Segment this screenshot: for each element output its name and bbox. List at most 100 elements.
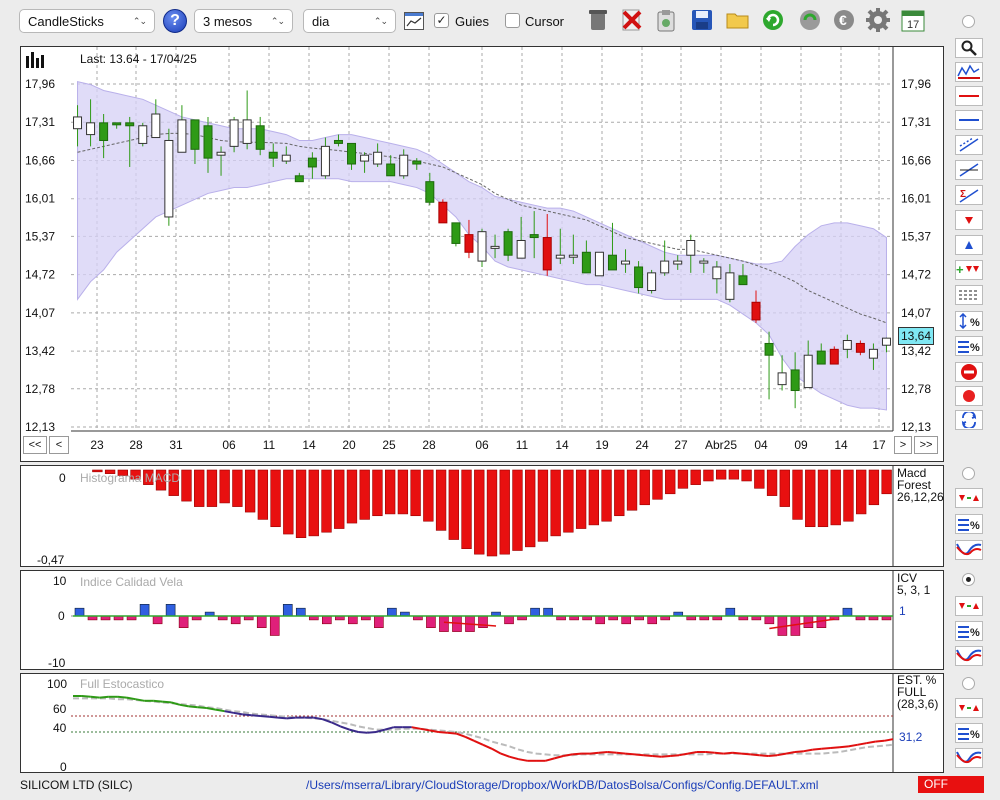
calendar-icon[interactable]: 17 bbox=[899, 6, 927, 34]
stoch-fast-segment bbox=[616, 751, 626, 755]
sigma-tool-icon[interactable]: Σ bbox=[955, 185, 983, 205]
icv-y-bottom: -10 bbox=[48, 656, 66, 670]
euro-icon[interactable]: € bbox=[830, 6, 858, 34]
candle-body bbox=[412, 160, 422, 165]
stochastic-title: Full Estocastico bbox=[80, 677, 165, 691]
macd-bar bbox=[283, 469, 294, 535]
main-panel-radio[interactable] bbox=[962, 15, 975, 28]
candle-body bbox=[177, 119, 187, 153]
candle-body bbox=[73, 116, 83, 130]
lines-percent-icon[interactable]: % bbox=[955, 336, 983, 356]
trendline-tool-icon[interactable] bbox=[955, 160, 983, 180]
svg-text:%: % bbox=[970, 729, 980, 741]
macd-curve-icon[interactable] bbox=[955, 540, 983, 560]
stoch-signal-arrows-icon[interactable] bbox=[955, 698, 983, 718]
clipboard-icon[interactable] bbox=[652, 6, 680, 34]
stoch-y-60: 60 bbox=[53, 702, 67, 716]
cursor-checkbox[interactable] bbox=[505, 13, 520, 28]
add-signal-icon[interactable]: + bbox=[955, 260, 983, 280]
interval-value: dia bbox=[312, 13, 330, 29]
icv-bar bbox=[374, 615, 384, 628]
nav-next-button[interactable]: > bbox=[894, 436, 912, 454]
candle-body bbox=[255, 125, 265, 150]
record-icon[interactable] bbox=[955, 386, 983, 406]
icv-bar bbox=[530, 607, 540, 617]
grid-lines-icon[interactable] bbox=[955, 285, 983, 305]
settings-gear-icon[interactable] bbox=[864, 6, 892, 34]
candle-body bbox=[634, 266, 644, 289]
stoch-fast-segment bbox=[455, 732, 466, 738]
stoch-lines-percent-icon[interactable]: % bbox=[955, 723, 983, 743]
icv-panel-radio[interactable] bbox=[962, 573, 975, 586]
candle-body bbox=[816, 350, 826, 365]
macd-bar bbox=[194, 469, 205, 507]
candle-body bbox=[320, 145, 330, 177]
candle-body bbox=[751, 301, 761, 321]
nav-first-button[interactable]: << bbox=[23, 436, 47, 454]
off-status-badge[interactable]: OFF bbox=[918, 776, 984, 793]
price-y-tick-right: 17,96 bbox=[901, 77, 931, 91]
sync-icon[interactable] bbox=[796, 6, 824, 34]
channel-tool-icon[interactable] bbox=[955, 135, 983, 155]
chart-type-select[interactable]: CandleSticks ⌃⌄ bbox=[19, 9, 155, 33]
stoch-fast-segment bbox=[848, 743, 858, 748]
swap-arrows-icon[interactable] bbox=[955, 410, 983, 430]
candle-body bbox=[347, 142, 357, 165]
macd-bar bbox=[601, 469, 612, 522]
candle-body bbox=[503, 231, 513, 256]
nav-last-button[interactable]: >> bbox=[914, 436, 938, 454]
stochastic-panel-radio[interactable] bbox=[962, 677, 975, 690]
candle-body bbox=[607, 254, 617, 271]
price-indicator-icon[interactable] bbox=[955, 62, 983, 82]
macd-signal-arrows-icon[interactable] bbox=[955, 488, 983, 508]
candle-body bbox=[399, 154, 409, 177]
delete-icon[interactable] bbox=[618, 6, 646, 34]
icv-bar bbox=[842, 607, 853, 617]
macd-panel-radio[interactable] bbox=[962, 467, 975, 480]
icv-bar bbox=[543, 607, 553, 617]
icv-title: Indice Calidad Vela bbox=[80, 575, 183, 589]
stoch-fast-segment bbox=[803, 748, 813, 753]
help-icon[interactable]: ? bbox=[163, 9, 187, 33]
interval-select[interactable]: dia ⌃⌄ bbox=[303, 9, 396, 33]
icv-label: ICV 5, 3, 1 bbox=[897, 572, 930, 596]
stoch-fast-segment bbox=[197, 706, 207, 709]
save-icon[interactable] bbox=[688, 6, 716, 34]
icv-signal-arrows-icon[interactable] bbox=[955, 596, 983, 616]
candle-body bbox=[881, 337, 891, 346]
config-path-link[interactable]: /Users/mserra/Library/CloudStorage/Dropb… bbox=[306, 778, 818, 792]
candle-body bbox=[307, 157, 317, 168]
refresh-icon[interactable] bbox=[759, 6, 787, 34]
price-chart[interactable]: 17,96 17,96 17,31 17,31 16,66 16,66 16,01 16,01… bbox=[21, 47, 943, 461]
scale-percent-icon[interactable]: % bbox=[955, 311, 983, 331]
candle-body bbox=[699, 260, 709, 264]
period-select[interactable]: 3 mesos ⌃⌄ bbox=[194, 9, 293, 33]
macd-bar bbox=[384, 469, 396, 515]
guides-checkbox[interactable]: ✓ bbox=[434, 13, 449, 28]
open-folder-icon[interactable] bbox=[724, 6, 752, 34]
candle-body bbox=[529, 234, 539, 239]
arrow-up-blue-icon[interactable] bbox=[955, 235, 983, 255]
macd-lines-percent-icon[interactable]: % bbox=[955, 514, 983, 534]
trash-icon[interactable] bbox=[584, 6, 612, 34]
macd-bar bbox=[779, 469, 790, 507]
stoch-curve-icon[interactable] bbox=[955, 748, 983, 768]
chart-window-icon[interactable] bbox=[404, 12, 424, 30]
icv-lines-percent-icon[interactable]: % bbox=[955, 621, 983, 641]
nav-prev-button[interactable]: < bbox=[49, 436, 69, 454]
stoch-fast-segment bbox=[500, 752, 511, 758]
arrow-down-red-icon[interactable] bbox=[955, 210, 983, 230]
icv-curve-icon[interactable] bbox=[955, 646, 983, 666]
stoch-fast-segment bbox=[598, 751, 608, 754]
price-x-tick: 04 bbox=[754, 438, 768, 452]
no-entry-icon[interactable] bbox=[955, 362, 983, 382]
horizontal-line-blue-icon[interactable] bbox=[955, 110, 983, 130]
stoch-fast-segment bbox=[839, 745, 849, 749]
horizontal-line-red-icon[interactable] bbox=[955, 86, 983, 106]
zoom-icon[interactable] bbox=[955, 38, 983, 58]
icv-bar bbox=[621, 615, 631, 625]
macd-bar bbox=[766, 469, 778, 496]
icv-bar bbox=[152, 615, 163, 625]
stoch-fast-segment bbox=[286, 716, 296, 720]
stochastic-value: 31,2 bbox=[899, 730, 923, 744]
